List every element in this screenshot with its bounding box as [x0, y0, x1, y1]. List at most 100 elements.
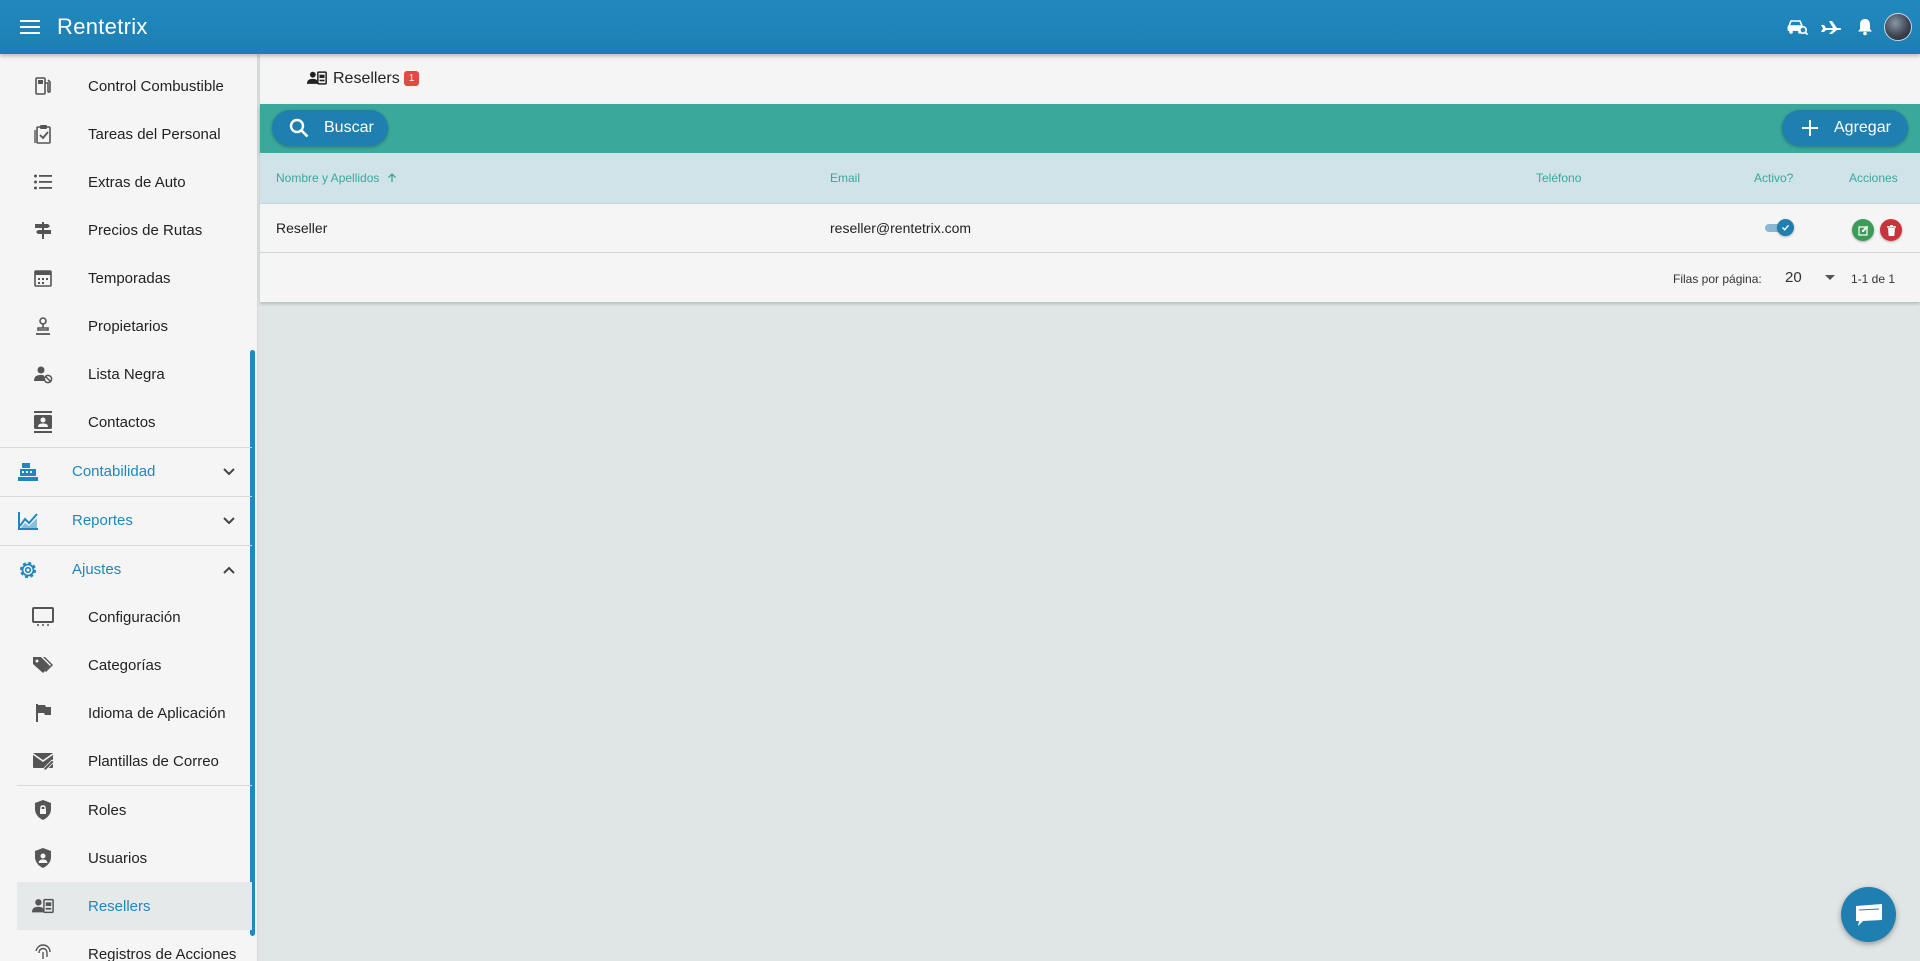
hamburger-menu-icon[interactable] — [15, 12, 45, 42]
column-header-email[interactable]: Email — [830, 171, 860, 185]
table-footer: Filas por página: 20 1-1 de 1 — [260, 253, 1920, 302]
sidebar-group-reportes[interactable]: Reportes — [0, 496, 252, 544]
check-icon — [1777, 219, 1794, 236]
add-button[interactable]: Agregar — [1782, 110, 1908, 146]
chevron-down-icon — [223, 468, 235, 476]
sidebar-item-idioma-de-aplicacion[interactable]: Idioma de Aplicación — [0, 689, 252, 737]
sidebar-item-label: Lista Negra — [88, 365, 165, 383]
sidebar-item-plantillas-de-correo[interactable]: Plantillas de Correo — [0, 737, 252, 785]
delete-button[interactable] — [1880, 219, 1902, 241]
mail-template-icon — [32, 750, 54, 772]
cash-register-icon — [16, 461, 40, 483]
chat-icon — [1855, 903, 1882, 926]
sidebar-item-extras-de-auto[interactable]: Extras de Auto — [0, 158, 252, 206]
shield-user-icon — [32, 847, 54, 869]
edit-button[interactable] — [1852, 219, 1874, 241]
gear-icon — [16, 559, 40, 581]
sidebar-item-registros-de-acciones[interactable]: Registros de Acciones — [0, 930, 252, 961]
monitor-icon — [32, 606, 54, 628]
sidebar-item-control-combustible[interactable]: Control Combustible — [0, 62, 252, 110]
rows-per-page-value: 20 — [1785, 269, 1802, 286]
chart-line-icon — [16, 510, 40, 532]
cell-email: reseller@rentetrix.com — [830, 220, 972, 236]
rows-per-page-select[interactable]: 20 — [1785, 267, 1835, 289]
table-header: Nombre y Apellidos Email Teléfono Activo… — [260, 153, 1920, 204]
bell-icon[interactable] — [1848, 10, 1882, 44]
search-button[interactable]: Buscar — [272, 110, 388, 146]
sidebar: Control Combustible Tareas del Personal … — [0, 54, 258, 961]
card-header: Resellers 1 — [260, 54, 1920, 104]
sidebar-item-label: Idioma de Aplicación — [88, 704, 226, 722]
sidebar-item-categorias[interactable]: Categorías — [0, 641, 252, 689]
sidebar-item-label: Precios de Rutas — [88, 221, 203, 239]
user-block-icon — [32, 363, 54, 385]
sidebar-group-label: Reportes — [72, 512, 133, 529]
toolbar: Buscar Agregar — [260, 104, 1920, 153]
car-search-icon[interactable] — [1780, 10, 1814, 44]
sidebar-item-label: Extras de Auto — [88, 173, 186, 191]
sidebar-item-roles[interactable]: Roles — [0, 786, 252, 834]
sidebar-item-label: Roles — [88, 801, 127, 819]
app-title: Rentetrix — [57, 14, 148, 39]
column-header-active[interactable]: Activo? — [1754, 171, 1793, 185]
contacts-icon — [32, 411, 54, 433]
reseller-icon — [307, 71, 327, 85]
sidebar-group-contabilidad[interactable]: Contabilidad — [0, 447, 252, 495]
sidebar-item-label: Registros de Acciones — [88, 945, 237, 961]
sidebar-item-contactos[interactable]: Contactos — [0, 398, 252, 446]
flag-icon — [32, 702, 54, 724]
chevron-up-icon — [223, 566, 235, 574]
top-app-bar: Rentetrix — [0, 0, 1920, 54]
count-badge: 1 — [404, 71, 419, 86]
sidebar-item-label: Control Combustible — [88, 77, 224, 95]
chevron-down-icon — [223, 517, 235, 525]
column-header-phone[interactable]: Teléfono — [1536, 171, 1581, 185]
sidebar-item-configuracion[interactable]: Configuración — [0, 593, 252, 641]
sidebar-item-propietarios[interactable]: Propietarios — [0, 302, 252, 350]
clipboard-check-icon — [32, 123, 54, 145]
column-header-actions: Acciones — [1849, 171, 1898, 185]
caret-down-icon — [1825, 275, 1835, 280]
sidebar-item-label: Configuración — [88, 608, 181, 626]
sidebar-item-label: Usuarios — [88, 849, 148, 867]
sidebar-item-precios-de-rutas[interactable]: Precios de Rutas — [0, 206, 252, 254]
cell-name: Reseller — [276, 220, 328, 236]
search-button-label: Buscar — [324, 119, 374, 136]
sidebar-item-label: Plantillas de Correo — [88, 752, 219, 770]
rows-per-page-label: Filas por página: — [1673, 272, 1762, 286]
reseller-icon — [32, 895, 54, 917]
table-row: Reseller reseller@rentetrix.com — [260, 204, 1920, 253]
plus-icon — [1802, 120, 1818, 136]
search-icon — [289, 118, 309, 138]
column-header-label: Nombre y Apellidos — [276, 171, 380, 185]
sidebar-group-ajustes[interactable]: Ajustes — [0, 545, 252, 593]
add-button-label: Agregar — [1834, 119, 1891, 136]
edit-icon — [1857, 225, 1868, 236]
sidebar-item-resellers[interactable]: Resellers — [17, 882, 252, 930]
chat-button[interactable] — [1841, 887, 1896, 942]
sidebar-item-label: Categorías — [88, 656, 162, 674]
plane-icon[interactable] — [1814, 10, 1848, 44]
resellers-card: Resellers 1 Buscar Agregar Nombre y Apel… — [260, 54, 1920, 302]
list-icon — [32, 171, 54, 193]
sidebar-item-temporadas[interactable]: Temporadas — [0, 254, 252, 302]
page-title: Resellers — [333, 70, 400, 87]
calendar-icon — [32, 267, 54, 289]
owner-icon — [32, 315, 54, 337]
arrow-up-icon — [387, 173, 396, 182]
sidebar-item-usuarios[interactable]: Usuarios — [0, 834, 252, 882]
shield-lock-icon — [32, 799, 54, 821]
sidebar-item-tareas-del-personal[interactable]: Tareas del Personal — [0, 110, 252, 158]
main-content: Resellers 1 Buscar Agregar Nombre y Apel… — [260, 54, 1920, 961]
signpost-icon — [32, 219, 54, 241]
sidebar-item-label: Resellers — [88, 897, 151, 915]
sidebar-group-label: Ajustes — [72, 561, 122, 578]
sidebar-item-lista-negra[interactable]: Lista Negra — [0, 350, 252, 398]
column-header-name[interactable]: Nombre y Apellidos — [276, 171, 397, 185]
user-avatar[interactable] — [1884, 13, 1912, 41]
fingerprint-icon — [32, 943, 54, 961]
active-toggle[interactable] — [1763, 219, 1794, 236]
trash-icon — [1886, 224, 1896, 236]
pagination-range: 1-1 de 1 — [1851, 272, 1896, 286]
tags-icon — [32, 654, 54, 676]
